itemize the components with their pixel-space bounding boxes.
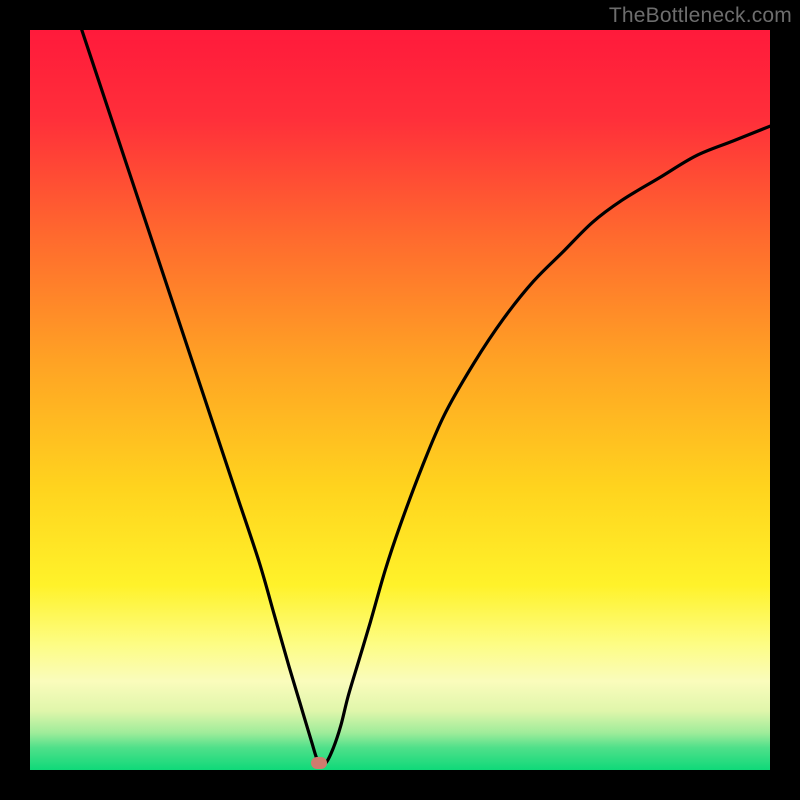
plot-area bbox=[30, 30, 770, 770]
optimum-marker bbox=[311, 757, 327, 769]
chart-stage: TheBottleneck.com bbox=[0, 0, 800, 800]
watermark-text: TheBottleneck.com bbox=[609, 4, 792, 28]
bottleneck-curve bbox=[30, 30, 770, 770]
